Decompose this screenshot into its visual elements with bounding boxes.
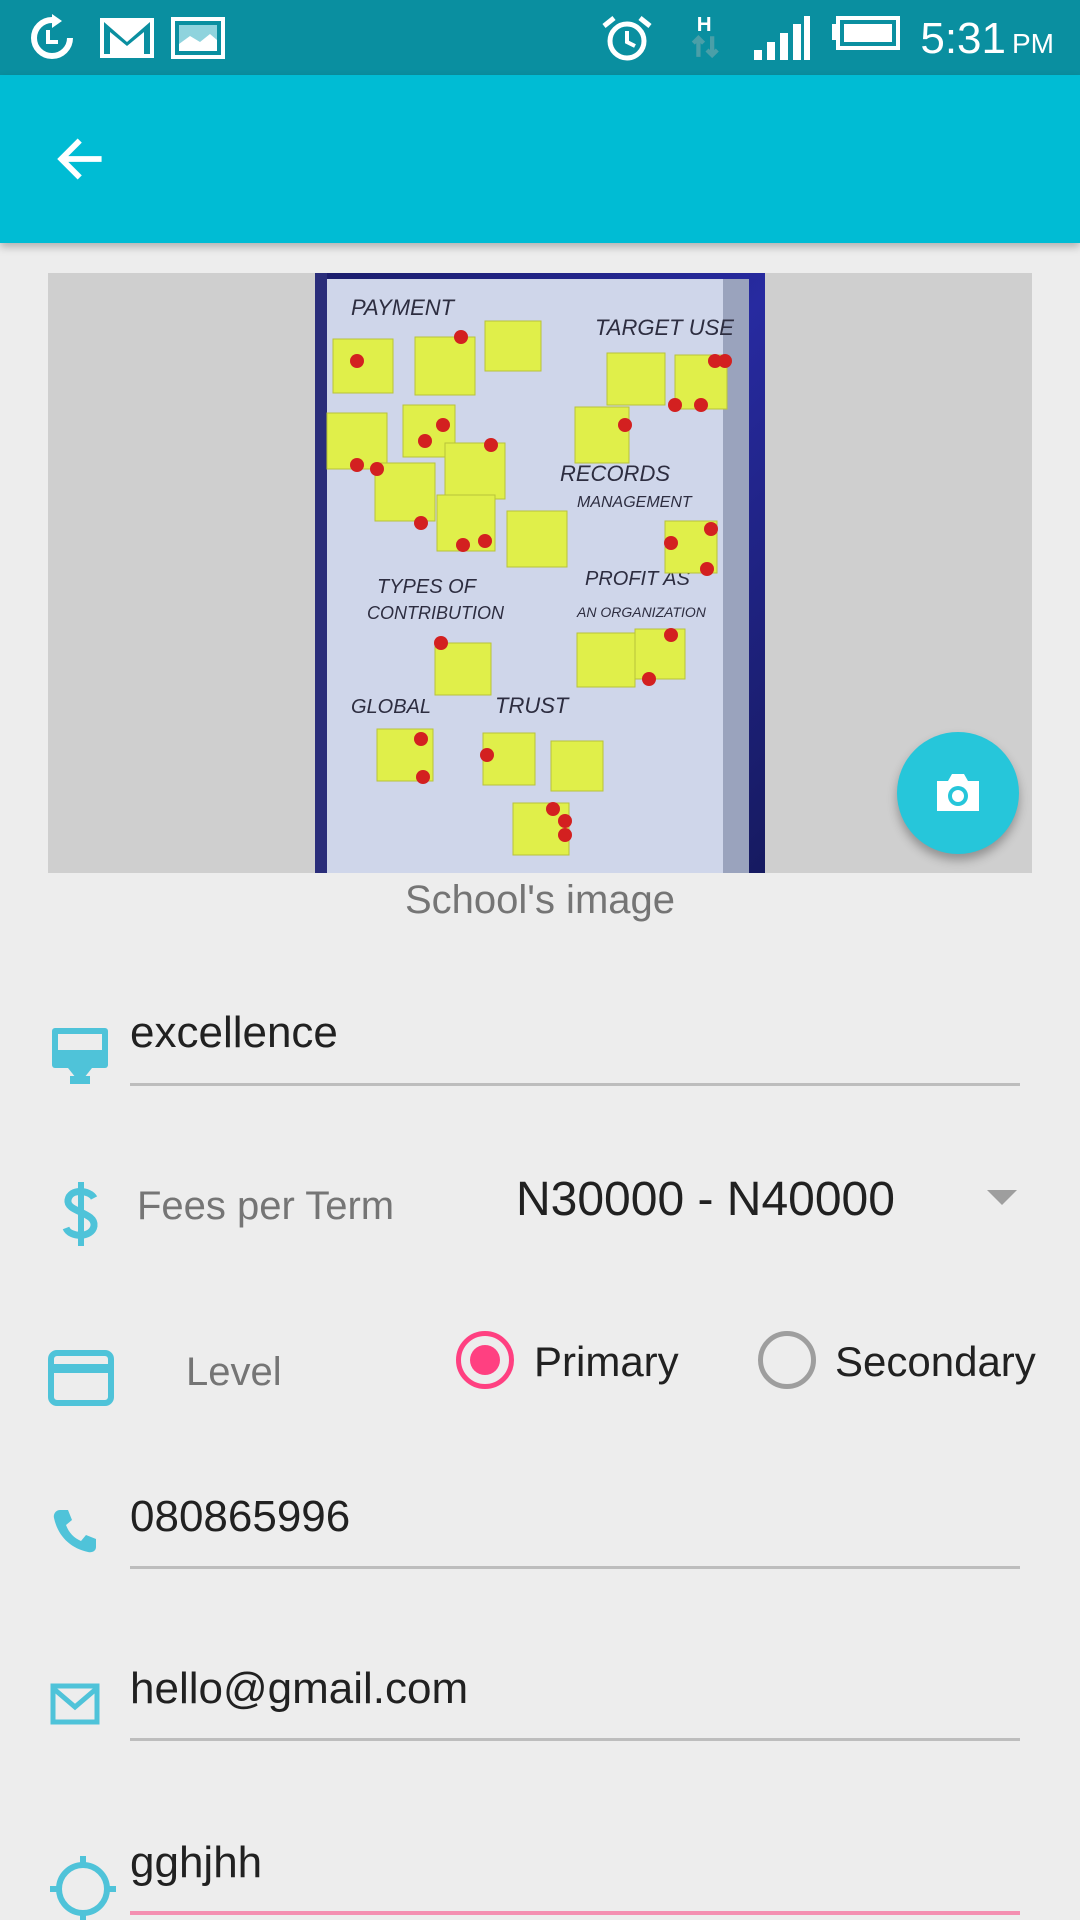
camera-button[interactable] — [897, 732, 1019, 854]
email-field[interactable]: hello@gmail.com — [130, 1664, 468, 1714]
school-name-underline — [130, 1083, 1020, 1086]
camera-icon — [937, 774, 979, 811]
ampm-text: PM — [1012, 28, 1054, 59]
board-text-management: MANAGEMENT — [577, 494, 693, 511]
sync-icon — [31, 14, 73, 59]
school-image-container: PAYMENT TARGET USE RECORDS MANAGEMENT TY… — [48, 273, 1032, 873]
location-field[interactable]: gghjhh — [130, 1838, 262, 1888]
radio-secondary[interactable] — [758, 1331, 816, 1389]
time-text: 5:31 — [920, 14, 1006, 63]
alarm-icon — [602, 16, 652, 61]
radio-secondary-label[interactable]: Secondary — [835, 1338, 1036, 1386]
fees-spinner[interactable]: N30000 - N40000 — [516, 1172, 895, 1227]
gallery-icon — [171, 17, 225, 59]
board-text-trust: TRUST — [495, 693, 570, 718]
board-text-payment: PAYMENT — [351, 295, 456, 320]
school-image: PAYMENT TARGET USE RECORDS MANAGEMENT TY… — [315, 273, 765, 873]
radio-primary[interactable] — [456, 1331, 514, 1389]
board-text-global: GLOBAL — [351, 696, 431, 718]
back-button[interactable] — [40, 119, 120, 199]
card-icon — [48, 1350, 114, 1406]
phone-icon — [53, 1510, 96, 1553]
fees-label: Fees per Term — [137, 1184, 395, 1228]
board-text-types: TYPES OF — [377, 576, 478, 598]
school-sign-icon — [52, 1028, 108, 1084]
svg-text:H: H — [697, 14, 712, 36]
signal-icon — [754, 16, 810, 60]
whiteboard-photo: PAYMENT TARGET USE RECORDS MANAGEMENT TY… — [315, 273, 749, 873]
app-bar — [0, 75, 1080, 243]
email-underline — [130, 1738, 1020, 1741]
chevron-down-icon[interactable] — [987, 1190, 1017, 1205]
image-caption: School's image — [405, 878, 675, 922]
dollar-icon — [62, 1182, 98, 1246]
board-text-records: RECORDS — [560, 461, 670, 486]
school-name-field[interactable]: excellence — [130, 1008, 338, 1058]
arrow-back-icon — [57, 138, 102, 180]
network-h-icon: H — [691, 14, 719, 59]
status-time: 5:31 PM — [920, 14, 1054, 64]
location-icon — [50, 1856, 116, 1920]
phone-field[interactable]: 080865996 — [130, 1492, 350, 1542]
location-underline — [130, 1911, 1020, 1915]
board-text-target: TARGET USE — [595, 315, 734, 340]
email-icon — [50, 1683, 100, 1725]
level-label: Level — [186, 1350, 282, 1394]
radio-primary-label[interactable]: Primary — [534, 1338, 679, 1386]
status-bar: H 5:31 PM — [0, 0, 1080, 75]
gmail-icon — [100, 18, 154, 58]
battery-icon — [832, 16, 900, 50]
phone-underline — [130, 1566, 1020, 1569]
board-text-organization: AN ORGANIZATION — [576, 604, 707, 620]
board-text-contribution: CONTRIBUTION — [367, 603, 505, 623]
